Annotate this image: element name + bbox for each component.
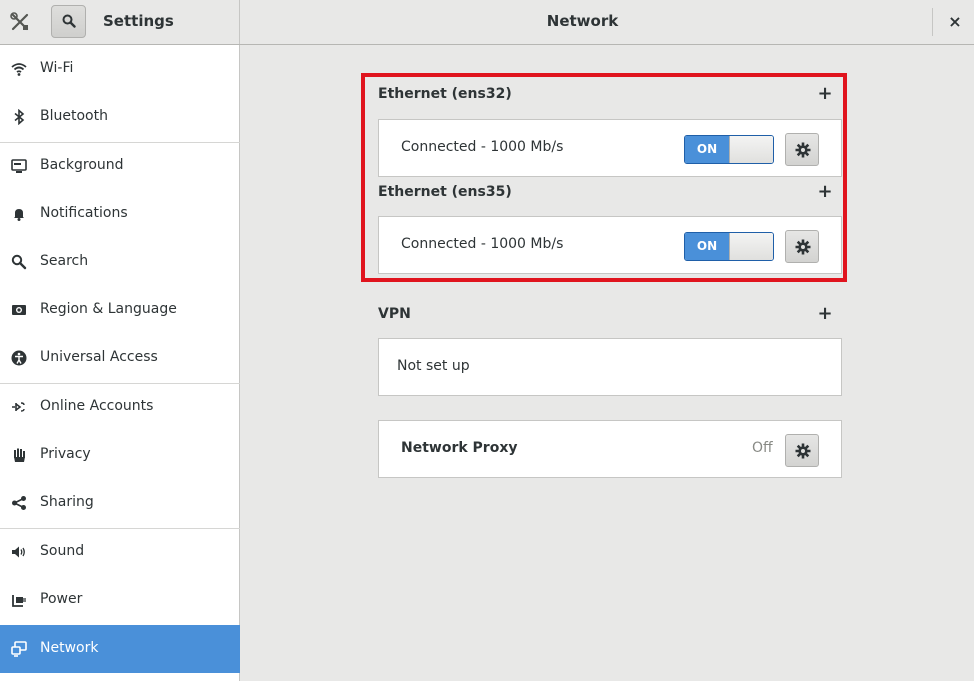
sidebar-item-label: Bluetooth	[40, 108, 108, 124]
sidebar-item-label: Privacy	[40, 446, 91, 462]
search-button[interactable]	[51, 5, 86, 38]
bell-icon	[14, 209, 24, 221]
sidebar-item-label: Notifications	[40, 205, 128, 221]
camera-icon	[12, 305, 26, 315]
network-proxy-row[interactable]: Network Proxy Off	[378, 420, 842, 478]
network-proxy-settings-button[interactable]	[785, 434, 819, 467]
power-icon	[12, 595, 26, 607]
wifi-icon	[11, 63, 27, 76]
sidebar-item-privacy[interactable]: Privacy	[0, 431, 240, 479]
bluetooth-icon	[14, 109, 25, 125]
tools-icon	[10, 12, 29, 31]
vpn-row: Not set up	[378, 338, 842, 396]
share-icon	[12, 496, 26, 510]
sidebar-item-label: Power	[40, 591, 83, 607]
sidebar-item-bluetooth[interactable]: Bluetooth	[0, 93, 240, 141]
sidebar-item-label: Sharing	[40, 494, 94, 510]
sidebar-item-label: Wi-Fi	[40, 60, 74, 76]
sidebar-item-label: Background	[40, 157, 124, 173]
search-icon	[11, 254, 27, 270]
sidebar-item-online-accounts[interactable]: Online Accounts	[0, 383, 240, 431]
sidebar-item-label: Search	[40, 253, 89, 269]
sidebar-item-label: Region & Language	[40, 301, 177, 317]
sidebar-item-sharing[interactable]: Sharing	[0, 479, 240, 527]
speaker-icon	[12, 546, 25, 558]
header-separator	[932, 8, 933, 36]
page-title: Network	[546, 12, 619, 30]
sidebar-item-sound[interactable]: Sound	[0, 528, 240, 576]
add-vpn-button[interactable]: +	[817, 303, 833, 324]
hand-icon	[14, 448, 25, 462]
sidebar-item-wifi[interactable]: Wi-Fi	[0, 45, 240, 93]
sidebar-header: Settings	[0, 0, 240, 44]
sidebar-item-universal-access[interactable]: Universal Access	[0, 334, 240, 382]
sidebar-item-label: Network	[40, 640, 99, 656]
accessibility-icon	[11, 350, 27, 366]
sidebar-item-notifications[interactable]: Notifications	[0, 190, 240, 238]
sidebar-item-label: Universal Access	[40, 349, 158, 365]
gear-icon	[795, 443, 811, 459]
sidebar-item-network[interactable]: Network	[0, 625, 240, 673]
network-proxy-state: Off	[752, 440, 773, 456]
search-icon	[62, 14, 76, 28]
network-proxy-label: Network Proxy	[401, 440, 518, 456]
sidebar: Wi-Fi Bluetooth Background Notifications…	[0, 45, 240, 681]
close-button[interactable]: ×	[943, 10, 967, 34]
sidebar-item-label: Online Accounts	[40, 398, 154, 414]
sidebar-item-region-language[interactable]: Region & Language	[0, 286, 240, 334]
header-bar: Settings Network ×	[0, 0, 974, 45]
network-icon	[11, 641, 27, 657]
sidebar-item-power[interactable]: Power	[0, 576, 240, 624]
network-panel: Ethernet (ens32) + Connected - 1000 Mb/s…	[241, 45, 974, 681]
online-accounts-icon	[12, 402, 25, 412]
sidebar-item-label: Sound	[40, 543, 85, 559]
vpn-title: VPN	[378, 306, 411, 322]
highlight-box	[361, 73, 847, 282]
vpn-status: Not set up	[397, 358, 470, 374]
app-title: Settings	[103, 12, 174, 30]
sidebar-item-background[interactable]: Background	[0, 142, 240, 190]
background-icon	[11, 159, 27, 173]
sidebar-item-search[interactable]: Search	[0, 238, 240, 286]
